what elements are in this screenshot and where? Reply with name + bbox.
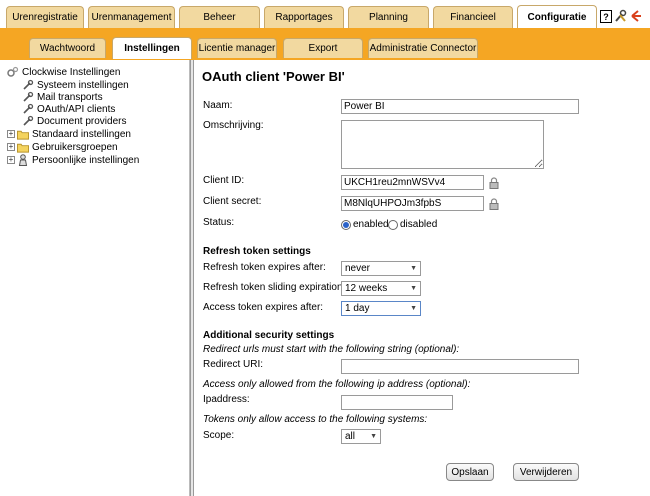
access-expires-label: Access token expires after: xyxy=(203,302,324,313)
sub-navigation: Wachtwoord Instellingen Licentie manager… xyxy=(0,36,650,60)
tab-rapportages[interactable]: Rapportages xyxy=(264,6,344,28)
sliding-expiration-value: 12 weeks xyxy=(345,283,388,294)
tree-item-oauth-api-clients[interactable]: OAuth/API clients xyxy=(22,103,115,115)
logout-icon[interactable] xyxy=(629,9,642,23)
systems-hint: Tokens only allow access to the followin… xyxy=(203,414,428,425)
tree-group-standaard-instellingen[interactable]: + Standaard instellingen xyxy=(7,128,131,140)
help-icon[interactable]: ? xyxy=(599,9,612,23)
tab-financieel[interactable]: Financieel xyxy=(433,6,513,28)
gears-icon xyxy=(7,66,19,78)
subtab-instellingen[interactable]: Instellingen xyxy=(112,37,192,59)
tab-urenregistratie[interactable]: Urenregistratie xyxy=(6,6,84,28)
tree-root-label: Clockwise Instellingen xyxy=(22,66,121,78)
refresh-section-heading: Refresh token settings xyxy=(203,246,311,257)
status-label: Status: xyxy=(203,217,235,228)
person-icon xyxy=(17,154,29,166)
access-expires-value: 1 day xyxy=(345,303,370,314)
dropdown-arrow-icon: ▼ xyxy=(410,285,417,292)
scope-select[interactable]: all ▼ xyxy=(341,429,381,444)
description-label: Omschrijving: xyxy=(203,120,264,131)
tab-urenmanagement[interactable]: Urenmanagement xyxy=(88,6,175,28)
folder-icon xyxy=(17,128,29,140)
wrench-icon xyxy=(22,115,34,127)
tree-group-label: Persoonlijke instellingen xyxy=(32,154,140,166)
tree-item-mail-transports[interactable]: Mail transports xyxy=(22,91,103,103)
ipaddress-label: Ipaddress: xyxy=(203,394,250,405)
tree-root[interactable]: Clockwise Instellingen xyxy=(7,66,120,78)
wrench-icon xyxy=(22,103,34,115)
name-input[interactable] xyxy=(341,99,579,114)
ip-hint: Access only allowed from the following i… xyxy=(203,379,471,390)
expand-icon[interactable]: + xyxy=(7,143,15,151)
status-disabled-radio[interactable] xyxy=(388,219,398,230)
tab-beheer[interactable]: Beheer xyxy=(179,6,260,28)
security-section-heading: Additional security settings xyxy=(203,330,335,341)
tree-group-label: Standaard instellingen xyxy=(32,128,131,140)
tree-item-label: OAuth/API clients xyxy=(37,103,116,115)
toolbar-icons: ? xyxy=(599,9,642,25)
client-secret-input[interactable] xyxy=(341,196,484,211)
dropdown-arrow-icon: ▼ xyxy=(370,433,377,440)
refresh-expires-label: Refresh token expires after: xyxy=(203,262,326,273)
client-id-input[interactable] xyxy=(341,175,484,190)
tree-group-persoonlijke-instellingen[interactable]: + Persoonlijke instellingen xyxy=(7,154,139,166)
pane-splitter[interactable] xyxy=(190,60,194,496)
sliding-expiration-select[interactable]: 12 weeks ▼ xyxy=(341,281,421,296)
delete-button[interactable]: Verwijderen xyxy=(513,463,579,481)
subtab-licentie-manager[interactable]: Licentie manager xyxy=(197,38,277,58)
status-disabled-option[interactable]: disabled xyxy=(388,219,437,230)
folder-icon xyxy=(17,141,29,153)
tools-icon[interactable] xyxy=(614,9,627,23)
subtab-wachtwoord[interactable]: Wachtwoord xyxy=(29,38,106,58)
status-disabled-label: disabled xyxy=(400,219,438,230)
status-enabled-radio[interactable] xyxy=(341,219,351,230)
tree-item-label: Systeem instellingen xyxy=(37,79,129,91)
description-textarea[interactable] xyxy=(341,120,544,169)
oauth-client-form: OAuth client 'Power BI' Naam: Omschrijvi… xyxy=(195,60,650,496)
refresh-expires-select[interactable]: never ▼ xyxy=(341,261,421,276)
ipaddress-input[interactable] xyxy=(341,395,453,410)
redirect-hint: Redirect urls must start with the follow… xyxy=(203,344,460,355)
dropdown-arrow-icon: ▼ xyxy=(410,305,417,312)
save-button[interactable]: Opslaan xyxy=(446,463,494,481)
redirect-uri-label: Redirect URI: xyxy=(203,359,264,370)
page-title: OAuth client 'Power BI' xyxy=(202,69,345,84)
expand-icon[interactable]: + xyxy=(7,156,15,164)
status-enabled-option[interactable]: enabled xyxy=(341,219,389,230)
tree-item-label: Mail transports xyxy=(37,91,103,103)
tab-configuratie[interactable]: Configuratie xyxy=(517,5,597,29)
tree-group-label: Gebruikersgroepen xyxy=(32,141,118,153)
expand-icon[interactable]: + xyxy=(7,130,15,138)
tree-item-label: Document providers xyxy=(37,115,127,127)
wrench-icon xyxy=(22,79,34,91)
tree-item-document-providers[interactable]: Document providers xyxy=(22,115,126,127)
nav-band xyxy=(0,28,650,36)
sliding-expiration-label: Refresh token sliding expiration: xyxy=(203,282,346,293)
tree-group-gebruikersgroepen[interactable]: + Gebruikersgroepen xyxy=(7,141,118,153)
svg-text:?: ? xyxy=(603,12,609,22)
subtab-administratie-connector[interactable]: Administratie Connector xyxy=(368,38,478,58)
main-navigation: Urenregistratie Urenmanagement Beheer Ra… xyxy=(0,0,650,29)
subtab-export[interactable]: Export xyxy=(283,38,363,58)
lock-icon xyxy=(489,198,499,210)
tree-item-systeem-instellingen[interactable]: Systeem instellingen xyxy=(22,79,129,91)
scope-label: Scope: xyxy=(203,430,235,441)
lock-icon xyxy=(489,177,499,189)
tab-planning[interactable]: Planning xyxy=(348,6,429,28)
scope-value: all xyxy=(345,431,356,442)
status-enabled-label: enabled xyxy=(353,219,389,230)
dropdown-arrow-icon: ▼ xyxy=(410,265,417,272)
redirect-uri-input[interactable] xyxy=(341,359,579,374)
settings-tree: Clockwise Instellingen Systeem instellin… xyxy=(0,60,190,496)
access-expires-select[interactable]: 1 day ▼ xyxy=(341,301,421,316)
wrench-icon xyxy=(22,91,34,103)
refresh-expires-value: never xyxy=(345,263,371,274)
name-label: Naam: xyxy=(203,100,233,111)
client-secret-label: Client secret: xyxy=(203,196,262,207)
client-id-label: Client ID: xyxy=(203,175,245,186)
